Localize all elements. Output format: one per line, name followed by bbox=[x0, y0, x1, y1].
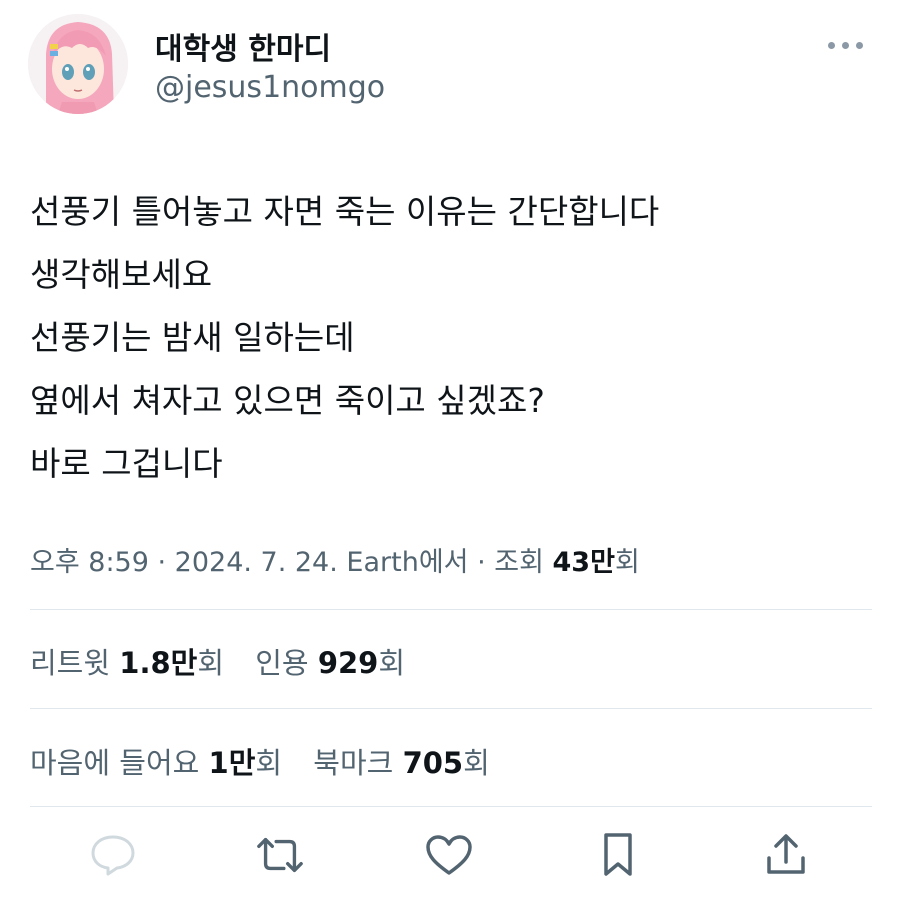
meta-separator: · bbox=[468, 547, 495, 578]
retweets-count: 1.8만 bbox=[119, 646, 198, 680]
quotes-label: 인용 bbox=[255, 646, 318, 680]
retweets-label: 리트윗 bbox=[30, 646, 120, 680]
share-button[interactable] bbox=[761, 830, 811, 880]
divider bbox=[30, 806, 872, 807]
tweet-time[interactable]: 오후 8:59 bbox=[30, 547, 149, 578]
likes-stat[interactable]: 마음에 들어요 1만회 bbox=[30, 740, 282, 782]
views-count: 43만 bbox=[552, 547, 615, 578]
tweet-text-line: 선풍기 틀어놓고 자면 죽는 이유는 간단합니다 bbox=[30, 192, 660, 231]
bookmark-button[interactable] bbox=[593, 830, 643, 880]
reply-icon bbox=[91, 835, 135, 876]
dot bbox=[828, 42, 835, 49]
avatar-image bbox=[28, 14, 128, 114]
bookmarks-label: 북마크 bbox=[313, 746, 403, 780]
quotes-suffix: 회 bbox=[378, 646, 406, 680]
bookmarks-count: 705 bbox=[402, 746, 464, 780]
tweet-text-line: 바로 그겁니다 bbox=[30, 444, 223, 483]
tweet-text-line: 선풍기는 밤새 일하는데 bbox=[30, 318, 355, 357]
retweet-button[interactable] bbox=[255, 830, 305, 880]
retweets-suffix: 회 bbox=[197, 646, 225, 680]
tweet-date[interactable]: 2024. 7. 24. bbox=[175, 547, 338, 578]
retweets-stat[interactable]: 리트윗 1.8만회 bbox=[30, 640, 224, 682]
divider bbox=[30, 708, 872, 709]
tweet-meta: 오후 8:59 · 2024. 7. 24. Earth에서 · 조회 43만회 bbox=[30, 540, 640, 579]
reply-button[interactable] bbox=[88, 830, 138, 880]
views-suffix: 회 bbox=[614, 547, 640, 578]
quotes-stat[interactable]: 인용 929회 bbox=[255, 640, 405, 682]
dot bbox=[842, 42, 849, 49]
meta-separator: · bbox=[148, 547, 175, 578]
bookmark-icon bbox=[604, 833, 632, 876]
tweet-text: 선풍기 틀어놓고 자면 죽는 이유는 간단합니다 생각해보세요 선풍기는 밤새 … bbox=[30, 180, 870, 495]
dot bbox=[856, 42, 863, 49]
avatar[interactable] bbox=[28, 14, 128, 114]
views-label: 조회 bbox=[494, 547, 553, 578]
likes-count: 1만 bbox=[208, 746, 256, 780]
user-handle[interactable]: @jesus1nomgo bbox=[155, 70, 385, 105]
likes-suffix: 회 bbox=[255, 746, 283, 780]
display-name[interactable]: 대학생 한마디 bbox=[155, 24, 331, 68]
likes-label: 마음에 들어요 bbox=[30, 746, 209, 780]
like-button[interactable] bbox=[424, 830, 474, 880]
tweet-text-line: 생각해보세요 bbox=[30, 255, 213, 294]
stats-row-likes: 마음에 들어요 1만회 북마크 705회 bbox=[30, 740, 490, 782]
tweet-header: 대학생 한마디 @jesus1nomgo bbox=[0, 0, 900, 140]
action-bar bbox=[0, 830, 900, 890]
heart-icon bbox=[426, 835, 472, 875]
bookmarks-stat[interactable]: 북마크 705회 bbox=[313, 740, 490, 782]
stats-row-retweets: 리트윗 1.8만회 인용 929회 bbox=[30, 640, 405, 682]
tweet-source: Earth에서 bbox=[337, 547, 469, 578]
share-icon bbox=[767, 834, 805, 874]
retweet-icon bbox=[257, 837, 303, 873]
bookmarks-suffix: 회 bbox=[463, 746, 490, 780]
more-horizontal-icon[interactable] bbox=[828, 30, 864, 60]
quotes-count: 929 bbox=[317, 646, 379, 680]
tweet-text-line: 옆에서 쳐자고 있으면 죽이고 싶겠죠? bbox=[30, 381, 545, 420]
divider bbox=[30, 609, 872, 610]
